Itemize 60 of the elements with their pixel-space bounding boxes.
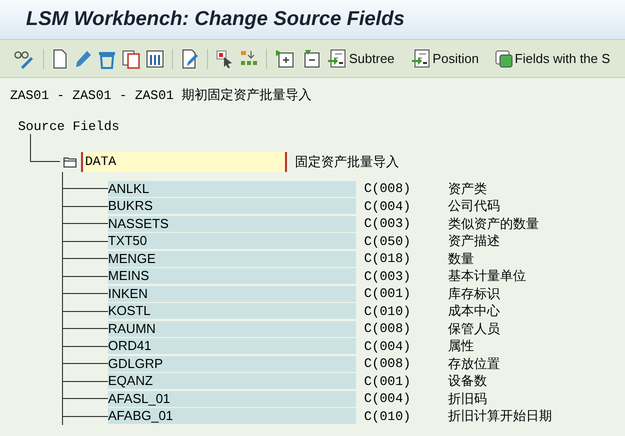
expand-icon[interactable] [274, 48, 296, 70]
new-page-icon[interactable] [51, 48, 69, 70]
field-description: 折旧计算开始日期 [448, 408, 552, 426]
field-type: C(004) [364, 391, 412, 406]
field-description: 存放位置 [448, 356, 500, 373]
field-name[interactable]: INKEN [108, 286, 356, 302]
field-type: C(010) [364, 408, 412, 424]
field-type: C(001) [364, 286, 412, 302]
field-name[interactable]: BUKRS [108, 198, 356, 214]
field-name[interactable]: ORD41 [108, 338, 356, 354]
connector-line [30, 134, 60, 162]
field-description: 设备数 [448, 373, 487, 390]
field-type: C(003) [364, 268, 412, 284]
field-name[interactable]: MEINS [108, 268, 356, 284]
field-type: C(010) [364, 304, 412, 319]
field-type: C(001) [364, 374, 412, 389]
field-description: 基本计量单位 [448, 268, 526, 286]
toolbar-button[interactable]: Fields with the S [494, 48, 612, 68]
field-description: 保管人员 [448, 320, 500, 338]
fields-icon [494, 50, 513, 68]
edit-document-icon[interactable] [180, 48, 200, 70]
folder-icon [63, 156, 77, 168]
field-name[interactable]: GDLGRP [108, 356, 356, 372]
node-name-field[interactable]: DATA [81, 152, 287, 172]
field-description: 成本中心 [448, 303, 500, 320]
field-description: 折旧码 [448, 390, 487, 408]
field-type: C(008) [364, 181, 412, 196]
field-name[interactable]: KOSTL [108, 303, 356, 320]
field-type: C(018) [364, 251, 412, 266]
field-type: C(004) [364, 338, 412, 354]
field-description: 类似资产的数量 [448, 216, 539, 233]
field-description: 数量 [448, 250, 474, 268]
field-type: C(003) [364, 216, 412, 232]
node-description: 固定资产批量导入 [295, 154, 399, 171]
field-name[interactable]: NASSETS [108, 216, 356, 232]
field-type: C(004) [364, 198, 412, 214]
field-description: 资产描述 [448, 233, 500, 250]
field-type: C(008) [364, 321, 412, 336]
columns-icon[interactable] [145, 48, 165, 70]
field-description: 公司代码 [448, 198, 500, 216]
header-text: ZAS01 - ZAS01 - ZAS01 期初固定资产批量导入 [10, 87, 313, 105]
copy-icon[interactable] [121, 48, 141, 70]
field-name[interactable]: AFABG_01 [108, 408, 356, 424]
field-type: C(050) [364, 234, 412, 249]
field-description: 资产类 [448, 180, 487, 198]
field-type: C(008) [364, 356, 412, 372]
tree-arrow-icon [327, 48, 347, 68]
field-name[interactable]: TXT50 [108, 233, 356, 250]
field-name[interactable]: ANLKL [108, 180, 356, 197]
window-title: LSM Workbench: Change Source Fields [26, 8, 405, 31]
field-name[interactable]: EQANZ [108, 373, 356, 390]
toolbar-button[interactable]: Position [410, 48, 480, 70]
field-name[interactable]: MENGE [108, 250, 356, 267]
field-description: 库存标识 [448, 286, 500, 303]
tree-root-label: Source Fields [18, 118, 120, 136]
toolbar-button[interactable]: Subtree [326, 48, 396, 70]
field-description: 属性 [448, 338, 474, 356]
field-name[interactable]: RAUMN [108, 320, 356, 337]
tree-arrow-icon [410, 48, 431, 68]
field-name[interactable]: AFASL_01 [108, 390, 356, 407]
